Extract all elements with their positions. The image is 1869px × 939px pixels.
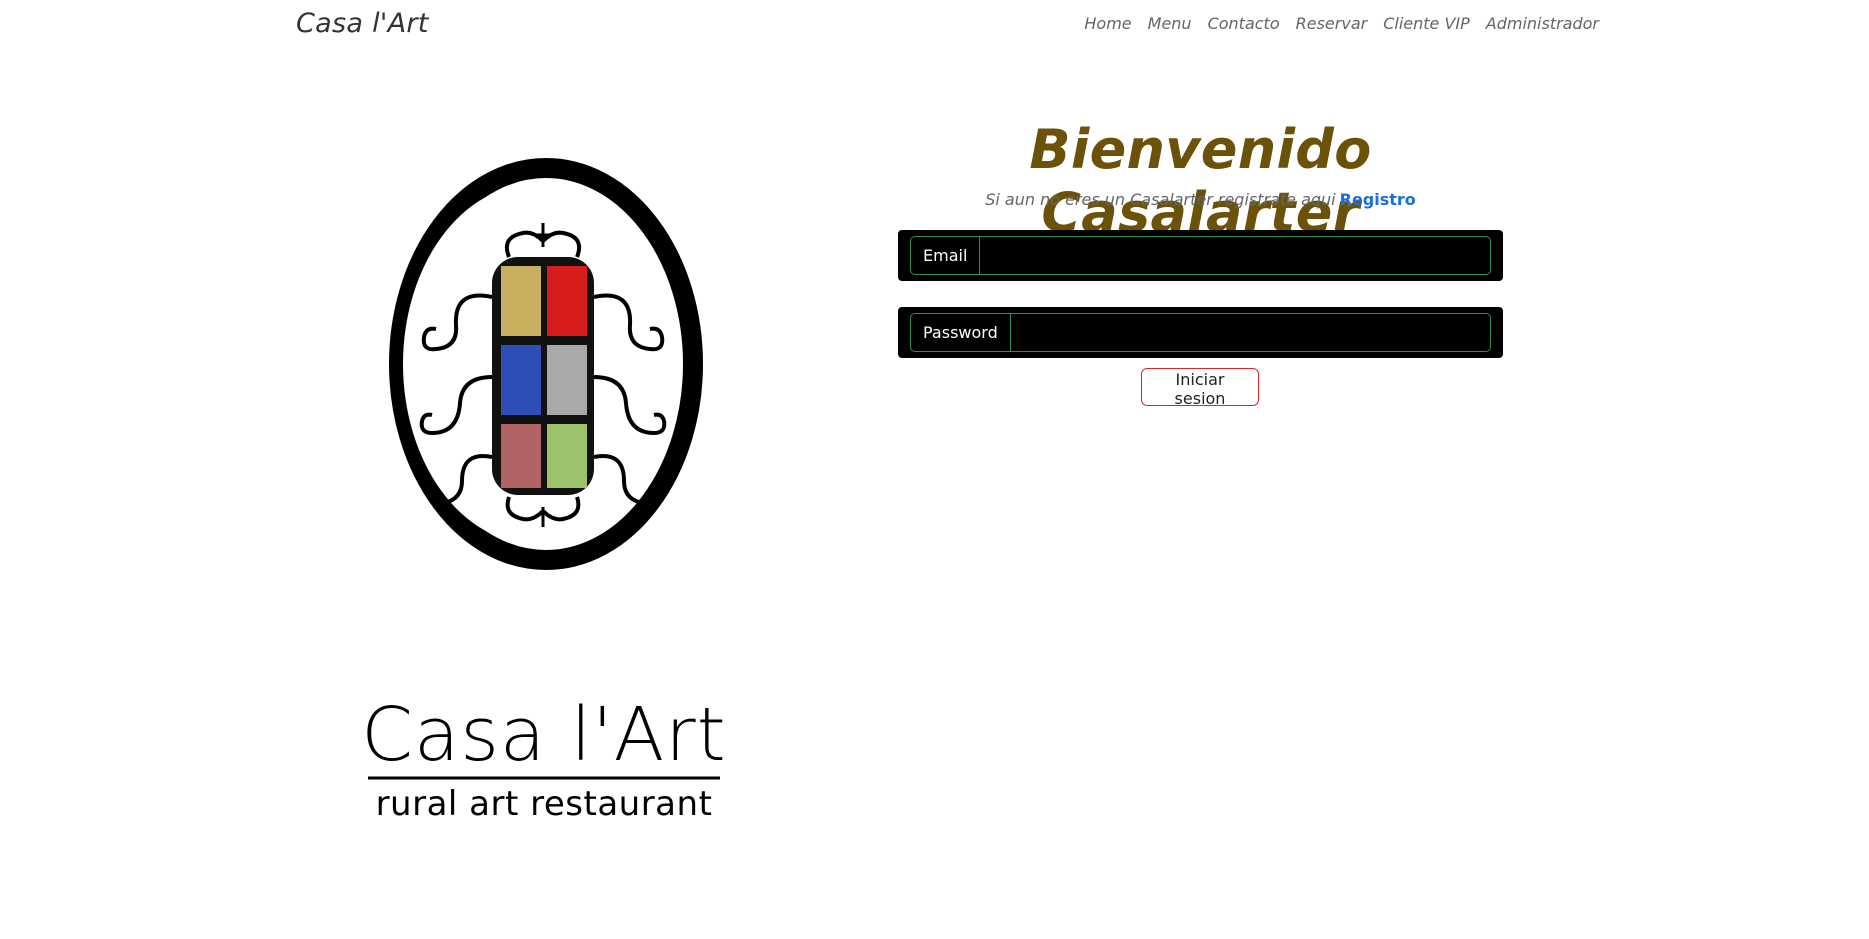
nav-link-menu[interactable]: Menu xyxy=(1148,14,1192,33)
register-link[interactable]: Registro xyxy=(1340,190,1416,209)
register-prompt: Si aun no eres un Casalarter registrate … xyxy=(985,190,1336,209)
stained-glass-window-icon xyxy=(389,158,703,570)
password-field-group: Password xyxy=(898,307,1503,358)
nav-link-cliente-vip[interactable]: Cliente VIP xyxy=(1383,14,1470,33)
svg-text:Casa l'Art: Casa l'Art xyxy=(362,692,726,778)
nav-link-reservar[interactable]: Reservar xyxy=(1296,14,1368,33)
password-label: Password xyxy=(911,314,1011,351)
password-input[interactable] xyxy=(1010,314,1490,351)
logo-emblem xyxy=(389,157,703,571)
password-field-wrapper: Password xyxy=(910,313,1491,352)
nav-link-home[interactable]: Home xyxy=(1084,14,1131,33)
nav-links: Home Menu Contacto Reservar Cliente VIP … xyxy=(1084,14,1599,33)
register-line: Si aun no eres un Casalarter registrate … xyxy=(898,190,1503,209)
email-input[interactable] xyxy=(980,237,1490,274)
nav-link-contacto[interactable]: Contacto xyxy=(1208,14,1280,33)
email-field-group: Email xyxy=(898,230,1503,281)
login-button[interactable]: Iniciar sesion xyxy=(1141,368,1259,408)
navbar: Casa l'Art Home Menu Contacto Reservar C… xyxy=(0,0,1869,50)
nav-link-administrador[interactable]: Administrador xyxy=(1486,14,1599,33)
email-label: Email xyxy=(911,237,981,274)
svg-text:rural art restaurant: rural art restaurant xyxy=(376,784,713,824)
logo-wordmark: Casa l'Art rural art restaurant xyxy=(362,680,726,830)
casa-lart-wordmark-logo: Casa l'Art rural art restaurant xyxy=(362,692,726,824)
navbar-brand[interactable]: Casa l'Art xyxy=(296,8,429,39)
login-title: Bienvenido Casalarter xyxy=(1029,118,1372,244)
email-field-wrapper: Email xyxy=(910,236,1491,275)
